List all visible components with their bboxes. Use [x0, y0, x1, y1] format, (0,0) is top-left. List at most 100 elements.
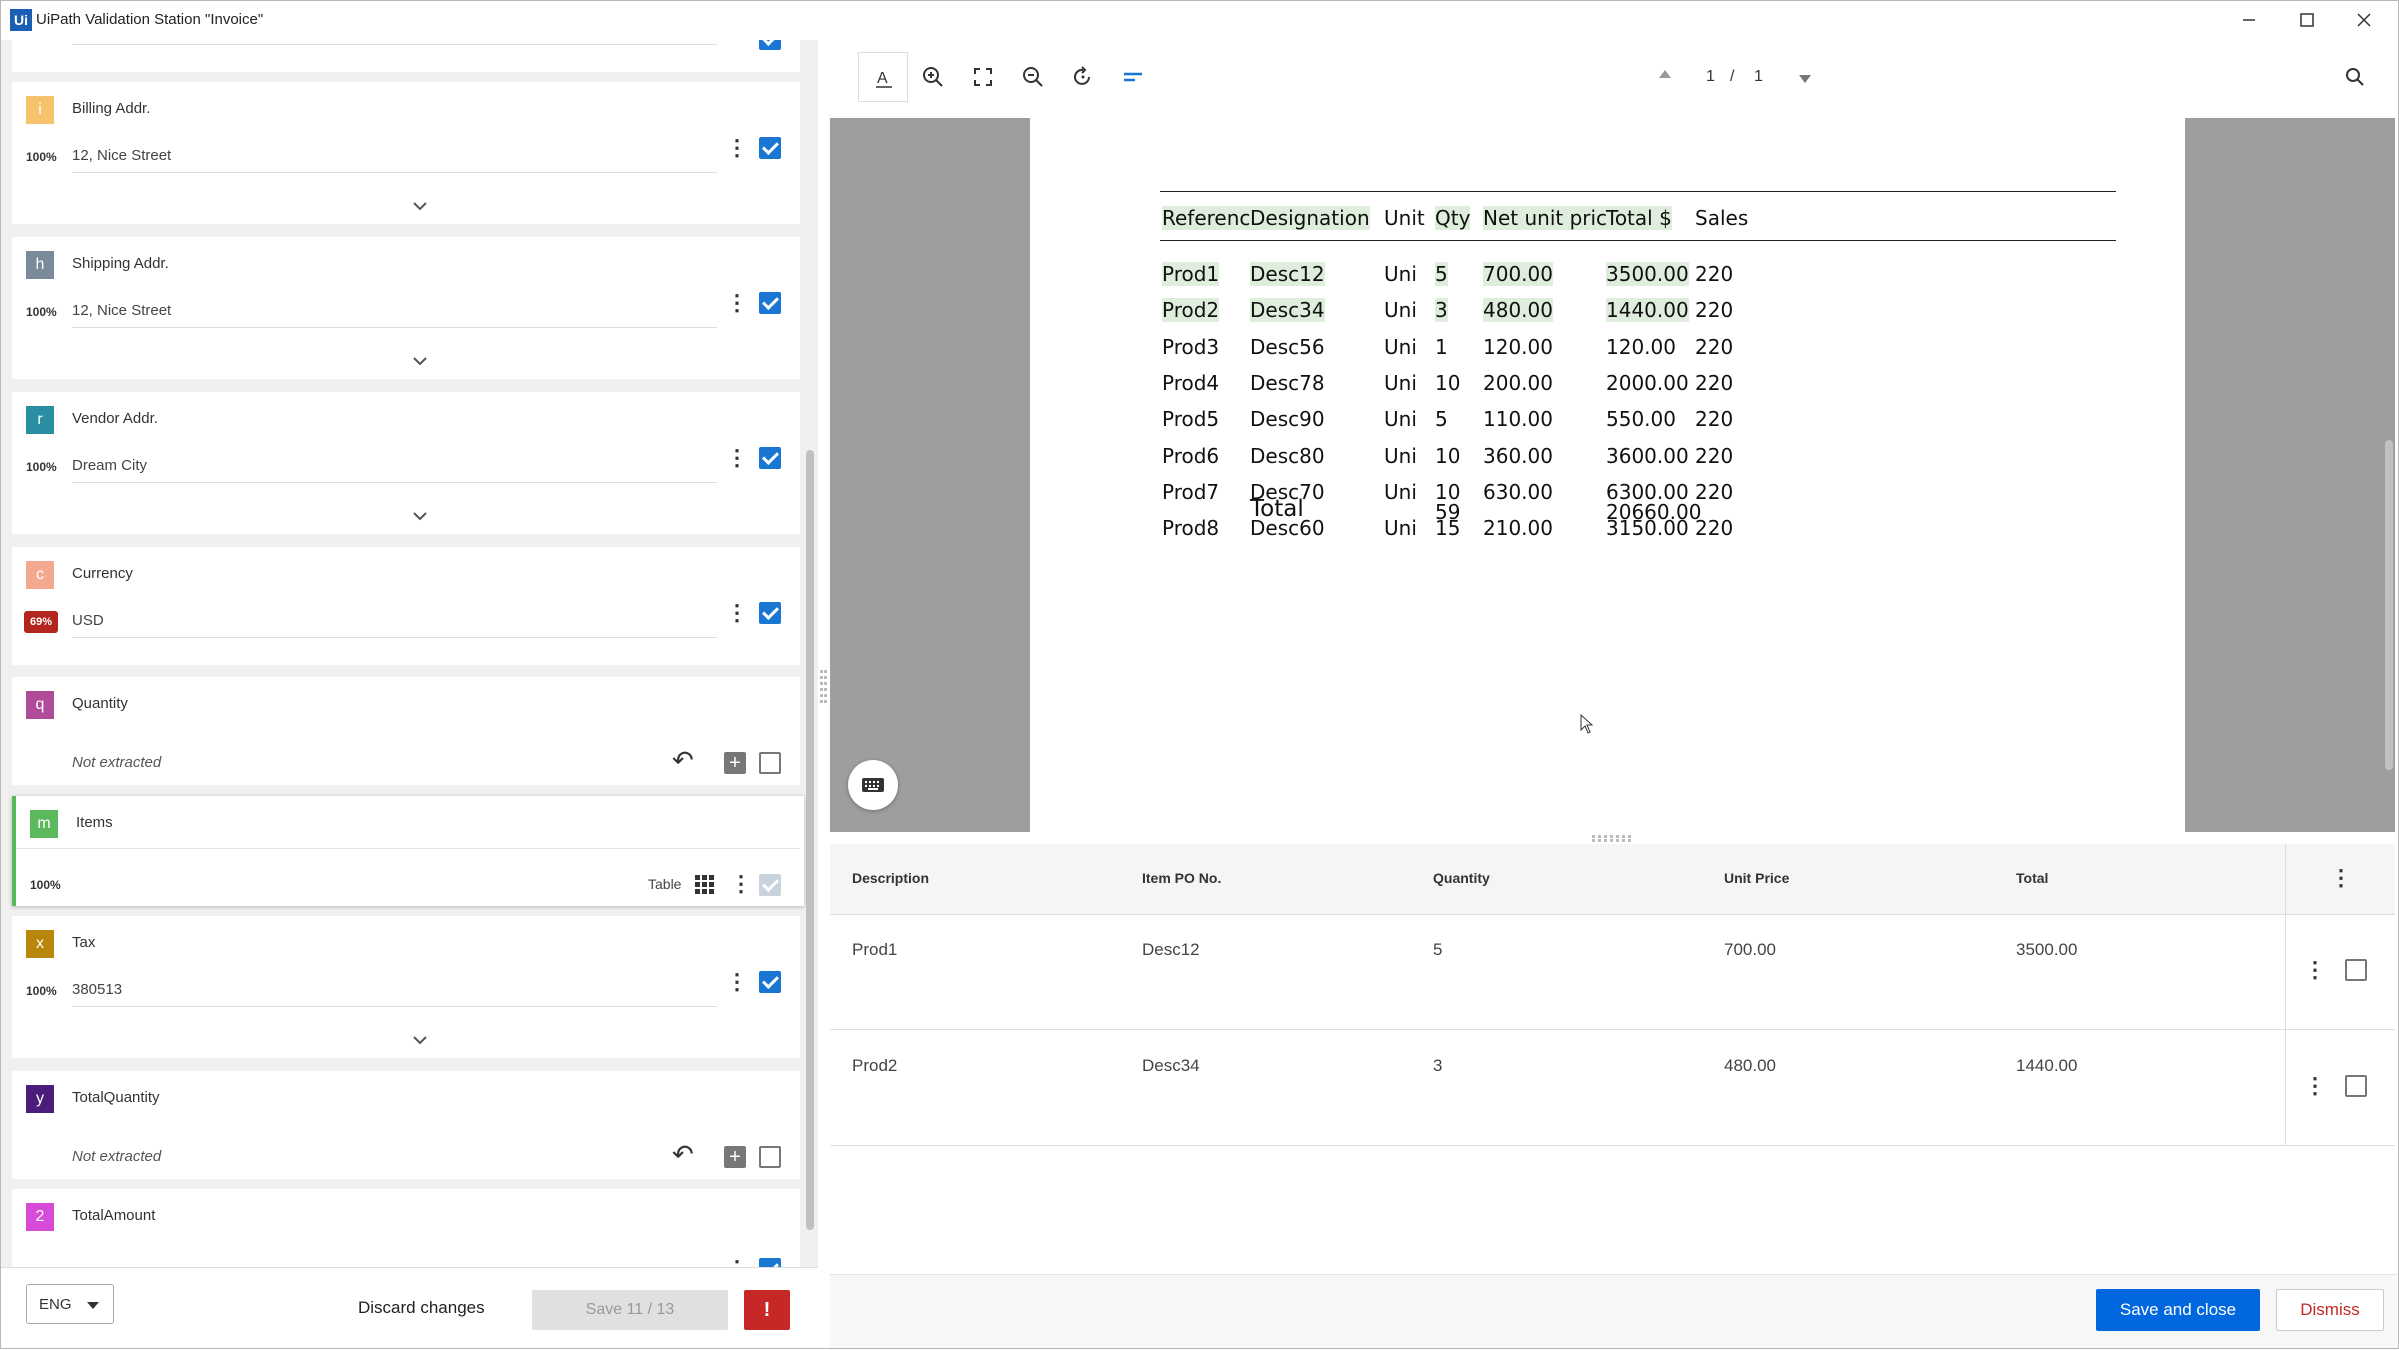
- doc-cell[interactable]: 700.00: [1483, 262, 1553, 286]
- doc-total-qty[interactable]: 59: [1435, 500, 1460, 524]
- more-options-icon[interactable]: ⋮: [730, 870, 752, 898]
- field-checkbox[interactable]: [759, 752, 781, 774]
- discard-changes-button[interactable]: Discard changes: [358, 1298, 485, 1318]
- doc-cell[interactable]: 220: [1695, 371, 1733, 395]
- field-checkbox[interactable]: [759, 292, 781, 314]
- table-cell[interactable]: 1440.00: [2016, 1056, 2077, 1076]
- align-icon[interactable]: [1108, 52, 1158, 102]
- doc-cell[interactable]: 360.00: [1483, 444, 1553, 468]
- doc-cell[interactable]: 220: [1695, 262, 1733, 286]
- zoom-in-icon[interactable]: [908, 52, 958, 102]
- add-value-icon[interactable]: +: [724, 1146, 746, 1168]
- doc-cell[interactable]: 630.00: [1483, 480, 1553, 504]
- doc-cell[interactable]: 480.00: [1483, 298, 1553, 323]
- field-value[interactable]: 12, Nice Street: [72, 302, 171, 319]
- doc-cell[interactable]: Prod5: [1162, 407, 1219, 431]
- rotate-icon[interactable]: [1058, 52, 1108, 102]
- doc-total-amount[interactable]: 20660.00: [1606, 500, 1701, 524]
- row-options-icon[interactable]: ⋮: [2304, 956, 2326, 984]
- table-row[interactable]: Prod2 Desc34 3 480.00 1440.00 ⋮: [830, 1030, 2395, 1146]
- table-cell[interactable]: 5: [1433, 940, 1442, 960]
- more-options-icon[interactable]: ⋮: [726, 444, 748, 472]
- doc-cell[interactable]: 120.00: [1606, 335, 1676, 359]
- field-checkbox[interactable]: [759, 874, 781, 896]
- save-button[interactable]: Save 11 / 13: [532, 1290, 728, 1330]
- chevron-down-icon[interactable]: [410, 355, 430, 369]
- doc-total-label[interactable]: Total: [1250, 496, 1304, 522]
- field-card-shipping-addr[interactable]: h Shipping Addr. 100% 12, Nice Street ⋮: [12, 237, 800, 379]
- column-header[interactable]: Description: [852, 870, 929, 886]
- text-select-icon[interactable]: A: [858, 52, 908, 102]
- doc-header-cell[interactable]: Qty: [1435, 206, 1471, 230]
- doc-cell[interactable]: Prod4: [1162, 371, 1219, 395]
- document-viewer[interactable]: Reference Designation Unit Qty Net unit pric…: [830, 118, 2395, 832]
- more-options-icon[interactable]: ⋮: [726, 289, 748, 317]
- doc-cell[interactable]: Uni: [1384, 262, 1417, 286]
- doc-cell[interactable]: 220: [1695, 298, 1733, 322]
- table-cell[interactable]: Desc34: [1142, 1056, 1200, 1076]
- language-select[interactable]: ENG: [26, 1284, 114, 1324]
- row-checkbox[interactable]: [2345, 1075, 2367, 1097]
- doc-cell[interactable]: 10: [1435, 444, 1460, 468]
- table-cell[interactable]: 480.00: [1724, 1056, 1776, 1076]
- doc-cell[interactable]: 3600.00: [1606, 444, 1689, 468]
- previous-page-icon[interactable]: [1658, 67, 1672, 86]
- close-icon[interactable]: [2342, 6, 2386, 34]
- doc-cell[interactable]: 1440.00: [1606, 298, 1689, 323]
- field-card-totalquantity[interactable]: y TotalQuantity Not extracted ↶ +: [12, 1071, 800, 1179]
- doc-cell[interactable]: Desc56: [1250, 335, 1325, 359]
- minimize-icon[interactable]: [2226, 6, 2270, 34]
- doc-cell[interactable]: 110.00: [1483, 407, 1553, 431]
- more-options-icon[interactable]: ⋮: [726, 968, 748, 996]
- doc-cell[interactable]: Prod8: [1162, 516, 1219, 540]
- doc-cell[interactable]: 120.00: [1483, 335, 1553, 359]
- doc-cell[interactable]: Uni: [1384, 516, 1417, 540]
- table-grid-icon[interactable]: [694, 874, 716, 896]
- doc-header-cell[interactable]: Total $: [1606, 206, 1672, 230]
- field-card-tax[interactable]: x Tax 100% 380513 ⋮: [12, 916, 800, 1058]
- doc-cell[interactable]: 200.00: [1483, 371, 1553, 395]
- table-cell[interactable]: Desc12: [1142, 940, 1200, 960]
- field-checkbox[interactable]: [759, 137, 781, 159]
- doc-cell[interactable]: 3500.00: [1606, 262, 1689, 286]
- field-value[interactable]: Dream City: [72, 457, 147, 474]
- column-header[interactable]: Unit Price: [1724, 870, 1789, 886]
- search-icon[interactable]: [2330, 52, 2380, 102]
- doc-cell[interactable]: Desc12: [1250, 262, 1325, 286]
- field-card-currency[interactable]: c Currency 69% USD ⋮: [12, 547, 800, 665]
- field-card-vendor-addr[interactable]: r Vendor Addr. 100% Dream City ⋮: [12, 392, 800, 534]
- field-value[interactable]: 12, Nice Street: [72, 147, 171, 164]
- more-options-icon[interactable]: ⋮: [726, 134, 748, 162]
- table-cell[interactable]: 3500.00: [2016, 940, 2077, 960]
- column-header[interactable]: Item PO No.: [1142, 870, 1221, 886]
- doc-cell[interactable]: Prod3: [1162, 335, 1219, 359]
- field-value[interactable]: USD: [72, 612, 104, 629]
- field-checkbox[interactable]: [759, 602, 781, 624]
- doc-header-cell[interactable]: Net unit price: [1483, 206, 1620, 230]
- doc-cell[interactable]: Desc78: [1250, 371, 1325, 395]
- dismiss-button[interactable]: Dismiss: [2276, 1289, 2384, 1331]
- table-options-icon[interactable]: ⋮: [2330, 864, 2352, 892]
- row-options-icon[interactable]: ⋮: [2304, 1072, 2326, 1100]
- doc-cell[interactable]: Uni: [1384, 371, 1417, 395]
- doc-cell[interactable]: 5: [1435, 407, 1448, 431]
- doc-header-cell[interactable]: Sales: [1695, 206, 1748, 230]
- chevron-down-icon[interactable]: [410, 200, 430, 214]
- doc-header-cell[interactable]: Unit: [1384, 206, 1425, 230]
- keyboard-button[interactable]: [848, 760, 898, 810]
- add-value-icon[interactable]: +: [724, 752, 746, 774]
- next-page-icon[interactable]: [1798, 72, 1812, 91]
- more-options-icon[interactable]: ⋮: [726, 599, 748, 627]
- more-options-icon[interactable]: ⋮: [726, 1255, 748, 1267]
- doc-cell[interactable]: Desc34: [1250, 298, 1325, 323]
- undo-icon[interactable]: ↶: [672, 1139, 694, 1170]
- table-cell[interactable]: 700.00: [1724, 940, 1776, 960]
- table-cell[interactable]: 3: [1433, 1056, 1442, 1076]
- doc-cell[interactable]: Prod6: [1162, 444, 1219, 468]
- doc-cell[interactable]: Uni: [1384, 298, 1417, 322]
- field-checkbox[interactable]: [759, 1258, 781, 1267]
- row-checkbox[interactable]: [2345, 959, 2367, 981]
- error-button[interactable]: !: [744, 1290, 790, 1330]
- doc-cell[interactable]: 1: [1435, 335, 1448, 359]
- doc-cell[interactable]: 220: [1695, 444, 1733, 468]
